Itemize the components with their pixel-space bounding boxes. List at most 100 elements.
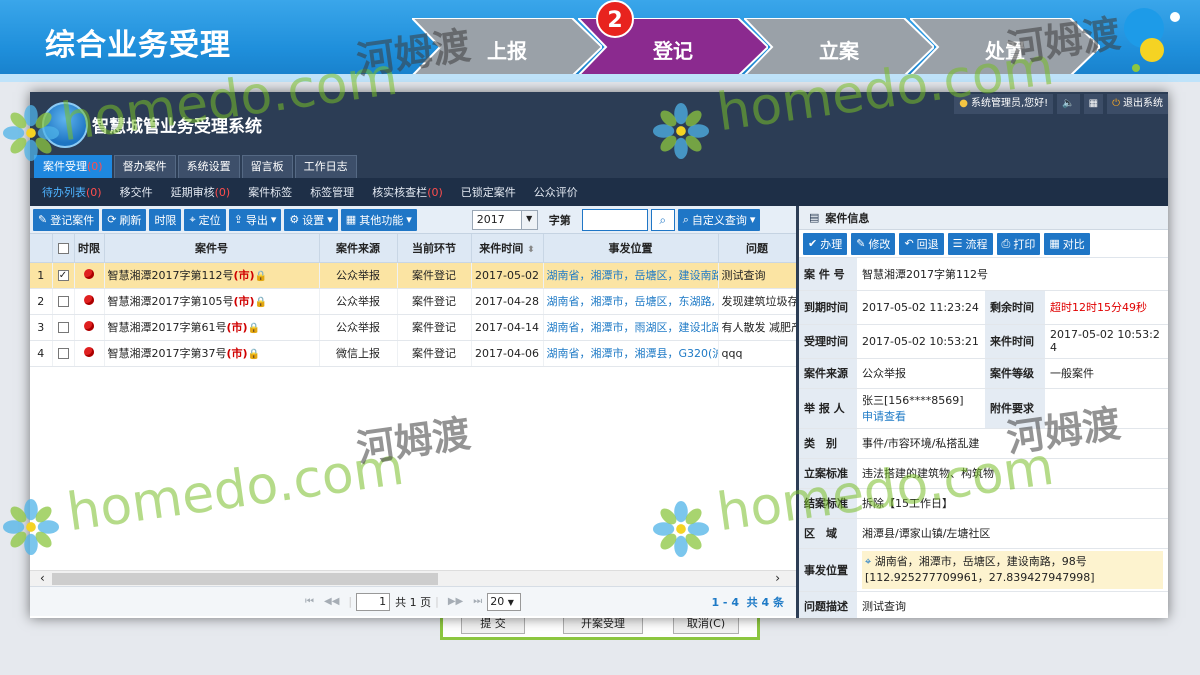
col-source[interactable]: 案件来源	[319, 234, 398, 263]
flow-button[interactable]: ☰ 流程	[947, 232, 993, 255]
grid-icon: ▦	[1049, 237, 1060, 250]
slide-header: 综合业务受理 上报 登记 立案 处置 2	[0, 0, 1200, 82]
subnav-tag-manage[interactable]: 标签管理	[310, 184, 354, 200]
page-input[interactable]: 1	[356, 592, 391, 611]
user-greeting[interactable]: ● 系统管理员,您好!	[954, 94, 1054, 114]
row-checkbox[interactable]	[57, 348, 69, 359]
speaker-icon: 🔈	[1062, 98, 1075, 109]
lock-icon: 🔒	[247, 349, 261, 360]
tab-system-settings[interactable]: 系统设置	[177, 155, 240, 178]
export-button[interactable]: ⇪ 导出 ▾	[228, 208, 282, 231]
refresh-button[interactable]: ⟳ 刷新	[102, 208, 147, 231]
col-case-no[interactable]: 案件号	[104, 234, 320, 263]
app-title: 智慧城管业务受理系统	[92, 117, 262, 137]
caret-down-icon: ▾	[327, 213, 333, 226]
col-location[interactable]: 事发位置	[543, 234, 719, 263]
apply-view-link[interactable]: 申请查看	[862, 408, 980, 424]
subnav-verify[interactable]: 核实核查栏(0)	[372, 184, 443, 200]
subnav-todo[interactable]: 待办列表(0)	[42, 184, 102, 200]
subnav-public-eval[interactable]: 公众评价	[534, 184, 578, 200]
window-button[interactable]: ▦	[1083, 94, 1104, 114]
col-current-step[interactable]: 当前环节	[397, 234, 472, 263]
tab-message-board[interactable]: 留言板	[241, 155, 293, 178]
tab-work-log[interactable]: 工作日志	[294, 155, 357, 178]
row-checkbox[interactable]: ✓	[57, 270, 69, 281]
page-size-select[interactable]: 20 ▼	[487, 592, 522, 611]
refresh-icon: ⟳	[107, 213, 117, 226]
map-pin-icon: ⌖	[189, 212, 196, 226]
table-row[interactable]: 1 ✓ 智慧湘潭2017字第112号(市)🔒 公众举报 案件登记 2017-05…	[30, 262, 797, 289]
next-page-icon[interactable]: ▶▶	[448, 596, 463, 607]
row-checkbox[interactable]	[57, 322, 69, 333]
year-select[interactable]: 2017 ▼	[471, 209, 538, 230]
tab-supervised[interactable]: 督办案件	[113, 155, 176, 178]
subnav-locked[interactable]: 已锁定案件	[461, 184, 516, 200]
print-button[interactable]: ⎙ 打印	[996, 232, 1041, 255]
edit-button[interactable]: ✎ 修改	[851, 232, 896, 255]
table-row[interactable]: 3 智慧湘潭2017字第61号(市)🔒 公众举报 案件登记 2017-04-14…	[30, 314, 797, 341]
sound-button[interactable]: 🔈	[1057, 94, 1080, 114]
locate-button[interactable]: ⌖ 定位	[184, 208, 226, 231]
lock-icon: 🔒	[254, 297, 268, 308]
scroll-left-icon[interactable]: ‹	[40, 571, 45, 585]
row-checkbox[interactable]	[57, 296, 69, 307]
prev-page-icon[interactable]: ◀◀	[324, 596, 339, 607]
subnav-extension[interactable]: 延期审核(0)	[171, 184, 231, 200]
undo-icon: ↶	[904, 237, 914, 250]
total-pages: 共 1 页	[395, 595, 432, 609]
time-limit-button[interactable]: 时限	[149, 208, 182, 231]
tab-case-accept[interactable]: 案件受理(0)	[34, 155, 112, 178]
settings-button[interactable]: ⚙ 设置 ▾	[284, 208, 338, 231]
col-arrive-time[interactable]: 来件时间 ⬍	[471, 234, 544, 263]
scrollbar-thumb[interactable]	[52, 573, 438, 585]
case-info-table: 案 件 号 智慧湘潭2017字第112号 到期时间 2017-05-02 11:…	[799, 258, 1168, 618]
lock-icon: 🔒	[254, 271, 268, 282]
deco-circle	[1170, 12, 1180, 22]
zi-label: 字第	[548, 213, 571, 227]
info-row: 事发位置 ⌖ 湖南省，湘潭市，岳塘区，建设南路，98号[112.92527770…	[799, 548, 1168, 592]
info-row: 举 报 人 张三[156****8569] 申请查看 附件要求	[799, 388, 1168, 429]
windows-icon: ▦	[1088, 98, 1099, 109]
export-icon: ⇪	[233, 213, 243, 226]
info-row: 案件来源 公众举报 案件等级 一般案件	[799, 358, 1168, 389]
col-check[interactable]	[52, 234, 75, 263]
grid-icon: ▦	[345, 213, 357, 226]
overdue-pin-icon	[84, 346, 94, 357]
rollback-button[interactable]: ↶ 回退	[899, 232, 944, 255]
scroll-right-icon[interactable]: ›	[775, 571, 780, 585]
document-icon: ▤	[809, 211, 820, 224]
slide-title: 综合业务受理	[45, 28, 231, 63]
step-report: 上报	[412, 18, 602, 76]
select-all-checkbox[interactable]	[57, 242, 69, 254]
case-list-panel: ✎ 登记案件 ⟳ 刷新 时限 ⌖ 定位 ⇪ 导出 ▾ ⚙ 设置 ▾ ▦ 其他功能 ▾ 2017 ▼ …	[30, 206, 797, 618]
info-row: 案 件 号 智慧湘潭2017字第112号	[799, 258, 1168, 291]
subnav-transfer[interactable]: 移交件	[120, 184, 153, 200]
info-row: 结案标准 拆除【15工作日】	[799, 488, 1168, 519]
first-page-icon[interactable]: ⏮	[305, 596, 314, 607]
compare-button[interactable]: ▦ 对比	[1044, 232, 1090, 255]
horizontal-scrollbar[interactable]: ‹ ›	[30, 570, 796, 586]
register-case-button[interactable]: ✎ 登记案件	[33, 208, 100, 231]
col-problem[interactable]: 问题	[718, 234, 797, 263]
lock-icon: 🔒	[247, 323, 261, 334]
info-row: 到期时间 2017-05-02 11:23:24 剩余时间 超时12时15分49…	[799, 290, 1168, 325]
overdue-pin-icon	[84, 294, 94, 305]
col-time-limit[interactable]: 时限	[74, 234, 105, 263]
case-number-input[interactable]	[581, 208, 648, 231]
other-functions-button[interactable]: ▦ 其他功能 ▾	[340, 208, 417, 231]
handle-button[interactable]: ✔ 办理	[803, 232, 848, 255]
pencil-icon: ✎	[856, 237, 866, 250]
search-icon[interactable]: ⌕	[650, 208, 675, 231]
printer-icon: ⎙	[1001, 236, 1011, 250]
app-window: 智慧城管业务受理系统 ● 系统管理员,您好! 🔈 ▦ ⏻ 退出系统 案件受理(0) …	[30, 92, 1168, 618]
table-row[interactable]: 2 智慧湘潭2017字第105号(市)🔒 公众举报 案件登记 2017-04-2…	[30, 288, 797, 315]
last-page-icon[interactable]: ⏭	[473, 596, 482, 607]
case-info-panel: ▤ 案件信息 ✔ 办理 ✎ 修改 ↶ 回退 ☰ 流程 ⎙ 打印 ▦ 对比 案 件 号 智慧湘…	[796, 206, 1168, 618]
caret-down-icon: ▾	[749, 213, 756, 226]
logout-button[interactable]: ⏻ 退出系统	[1107, 94, 1168, 114]
subnav-case-tags[interactable]: 案件标签	[248, 184, 292, 200]
chevron-down-icon: ▼	[520, 210, 537, 229]
custom-query-button[interactable]: ⌕ 自定义查询 ▾	[677, 208, 761, 231]
table-row[interactable]: 4 智慧湘潭2017字第37号(市)🔒 微信上报 案件登记 2017-04-06…	[30, 340, 797, 367]
active-step-badge: 2	[596, 0, 634, 38]
